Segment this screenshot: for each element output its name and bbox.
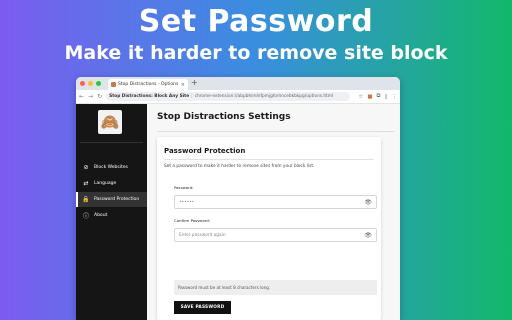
confirm-password-placeholder: Enter password again [179,232,226,238]
password-value: •••••• [179,199,195,205]
browser-window: Stop Distractions - Options × + ← → ↻ St… [76,77,400,320]
sidebar-item-label: Password Protection [94,197,140,202]
new-tab-button[interactable]: + [191,78,198,87]
page-title: Stop Distractions Settings [157,112,291,122]
sidebar-item-label: Block Websites [94,165,128,170]
bookmark-star-icon[interactable]: ☆ [358,94,363,100]
password-field[interactable]: •••••• 👁 [174,195,377,209]
info-icon: ⓘ [82,213,89,220]
password-label: Password: [174,185,194,190]
tab-title: Stop Distractions - Options [118,82,179,87]
address-separator: | [191,94,193,99]
sidebar-item-password-protection[interactable]: 🔒 Password Protection [76,192,147,207]
address-site-name: Stop Distractions: Block Any Site [109,94,190,99]
show-password-eye-icon[interactable]: 👁 [364,199,372,206]
lock-icon: 🔒 [82,196,90,203]
block-icon: ⊘ [83,164,89,171]
sidepanel-icon[interactable]: ▯ [384,94,387,100]
card-divider [164,159,374,160]
reload-icon[interactable]: ↻ [97,93,102,100]
sidebar-item-language[interactable]: ⇄ Language [76,176,147,191]
title-divider [157,131,394,132]
minimize-window-button[interactable] [88,81,93,86]
sidebar-item-label: About [94,213,108,218]
main-content: Stop Distractions Settings Password Prot… [147,104,400,320]
card-description: Set a password to make it harder to remo… [164,164,315,169]
extension-favicon-icon [111,82,116,87]
password-hint: Password must be at least 8 characters l… [174,280,377,295]
language-icon: ⇄ [83,180,89,187]
browser-tab[interactable]: Stop Distractions - Options × [108,79,188,90]
address-bar[interactable]: Stop Distractions: Block Any Site | chro… [106,92,351,101]
password-protection-card: Password Protection Set a password to ma… [157,137,381,320]
address-toolbar: ← → ↻ Stop Distractions: Block Any Site … [76,90,400,104]
save-password-button[interactable]: SAVE PASSWORD [174,301,231,314]
sidebar-item-label: Language [94,181,117,186]
extension-icon[interactable]: ■ [367,94,372,100]
sidebar: 🙈 ⊘ Block Websites ⇄ Language 🔒 Password… [76,104,147,320]
extensions-puzzle-icon[interactable]: ⧉ [377,93,381,100]
tab-close-icon[interactable]: × [181,82,185,88]
maximize-window-button[interactable] [96,81,101,86]
forward-icon[interactable]: → [88,93,93,100]
menu-kebab-icon[interactable]: ⋮ [392,94,398,100]
card-title: Password Protection [164,147,246,155]
sidebar-item-block-websites[interactable]: ⊘ Block Websites [76,160,147,175]
hero-subtitle: Make it harder to remove site block [64,42,448,64]
monkey-logo-icon: 🙈 [98,110,122,134]
show-confirm-password-eye-icon[interactable]: 👁 [364,232,372,239]
hero-title: Set Password [138,4,374,39]
sidebar-item-about[interactable]: ⓘ About [76,208,147,223]
confirm-password-field[interactable]: Enter password again 👁 [174,228,377,242]
browser-titlebar: Stop Distractions - Options × + [76,77,400,90]
close-window-button[interactable] [80,81,85,86]
options-page: 🙈 ⊘ Block Websites ⇄ Language 🔒 Password… [76,104,400,320]
toolbar-icons: ☆ ■ ⧉ ▯ ⋮ [354,93,397,100]
sidebar-divider [80,142,143,143]
confirm-password-label: Confirm Password: [174,218,211,223]
address-url: chrome-extension://abpbhimlnfpmjgfomnceb… [194,94,334,99]
back-icon[interactable]: ← [79,93,84,100]
